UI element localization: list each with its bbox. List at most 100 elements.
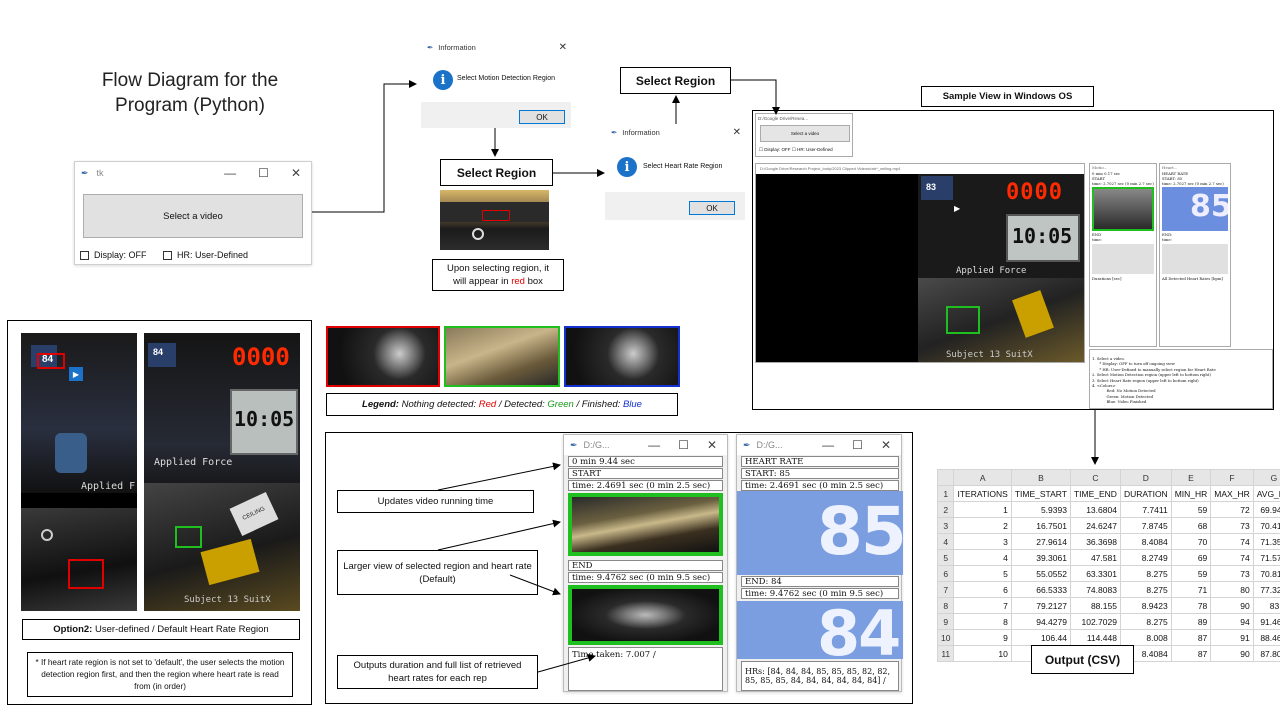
annotation-outputs: Outputs duration and full list of retrie… — [337, 655, 538, 689]
select-video-button[interactable]: Select a video — [83, 194, 303, 238]
hr-list-line-1: HRs: [84, 84, 84, 85, 85, 85, 82, 82, — [745, 667, 891, 676]
hr-preview-2-value: 84 — [817, 601, 901, 659]
mini-tk-window: D:/Google Drive/Resea... Select a video … — [755, 113, 853, 157]
csv-column-letters: A B C D E F G — [936, 469, 1280, 486]
csv-cell: 79.2127 — [1010, 597, 1071, 614]
csv-header-cell: TIME_END — [1069, 485, 1121, 502]
mini-select-button[interactable]: Select a video — [760, 125, 850, 142]
feather-icon: ✒ — [81, 167, 89, 178]
csv-cell: 66.5333 — [1010, 581, 1071, 598]
maximize-icon[interactable]: ☐ — [852, 438, 863, 452]
csv-cell: 10 — [953, 645, 1012, 662]
motion-preview-1 — [568, 493, 723, 556]
csv-cell: 8.275 — [1119, 565, 1172, 582]
csv-cell: 39.3061 — [1010, 549, 1071, 566]
option2-digits: 0000 — [232, 343, 290, 371]
legend-red: Red — [478, 399, 497, 410]
motion-panel-preview — [1092, 187, 1154, 231]
info1-title: Information — [438, 42, 476, 52]
ok-button[interactable]: OK — [519, 110, 565, 124]
close-icon[interactable]: ✕ — [559, 42, 567, 53]
minimize-icon[interactable]: — — [648, 438, 660, 452]
hr-checkbox[interactable] — [163, 251, 173, 261]
csv-cell: 4 — [953, 549, 1012, 566]
csv-cell: 114.448 — [1069, 629, 1121, 646]
sample-view-label: Sample View in Windows OS — [921, 86, 1094, 107]
upon-line-1: Upon selecting region, it — [447, 263, 549, 274]
csv-cell: 80 — [1210, 581, 1254, 598]
hr-detail-window: ✒ D:/G... — ☐ ✕ HEART RATE START: 85 time:… — [736, 434, 903, 692]
csv-row-number: 10 — [936, 629, 955, 646]
upon-selecting-note: Upon selecting region, it will appear in… — [432, 259, 564, 291]
csv-cell: 87 — [1170, 645, 1212, 662]
csv-row-number: 4 — [936, 533, 955, 550]
hr-list-field: HRs: [84, 84, 84, 85, 85, 85, 82, 82, 85… — [741, 661, 899, 691]
csv-header-row: 1 ITERATIONS TIME_START TIME_END DURATIO… — [936, 485, 1280, 502]
legend-swatch-blue — [564, 326, 680, 387]
hr-end-field: END: 84 — [741, 576, 899, 587]
info-icon: i — [433, 70, 453, 90]
csv-cell: 8.9423 — [1119, 597, 1172, 614]
csv-cell: 7.7411 — [1119, 501, 1172, 518]
table-row: 9894.4279102.70298.275899491.4679 — [936, 613, 1280, 630]
csv-cell: 73 — [1210, 517, 1254, 534]
csv-cell: 87 — [1170, 629, 1212, 646]
table-row: 7666.533374.80838.275718077.3256 — [936, 581, 1280, 598]
select-region-box-1: Select Region — [440, 159, 553, 186]
csv-row-number: 6 — [936, 565, 955, 582]
display-checkbox[interactable] — [80, 251, 89, 261]
close-icon[interactable]: ✕ — [707, 438, 717, 452]
csv-col-letter: D — [1119, 469, 1172, 486]
csv-cell: 91 — [1210, 629, 1254, 646]
option2-photo-right: 84 0000 10:05 Applied Force CEILING Subj… — [144, 333, 300, 611]
legend-swatch-red — [326, 326, 440, 387]
legend-detected: / Detected: — [498, 399, 545, 410]
play-icon: ▶ — [954, 204, 961, 213]
legend-strip — [326, 326, 680, 387]
csv-cell: 94.4279 — [1010, 613, 1071, 630]
csv-cell: 71 — [1170, 581, 1212, 598]
close-icon[interactable]: ✕ — [881, 438, 891, 452]
csv-cell: 106.44 — [1010, 629, 1071, 646]
csv-cell: 69 — [1170, 549, 1212, 566]
csv-cell: 69.9412 — [1252, 501, 1280, 518]
csv-cell: 7 — [953, 597, 1012, 614]
maximize-icon[interactable]: ☐ — [678, 438, 689, 452]
csv-cell: 74 — [1210, 549, 1254, 566]
hr-time-end-field: time: 9.4762 sec (0 min 9.5 sec) — [741, 588, 899, 599]
option2-subject: Subject 13 SuitX — [184, 595, 271, 605]
ok-button[interactable]: OK — [689, 201, 735, 215]
video-window: D:/Google Drive/Research Project_body/20… — [755, 163, 1085, 363]
motion-time-end-field: time: 9.4762 sec (0 min 9.5 sec) — [568, 572, 723, 583]
hr-panel-preview: 85 — [1162, 187, 1228, 231]
feather-icon: ✒ — [611, 127, 618, 137]
minimize-icon[interactable]: — — [224, 166, 236, 180]
info-dialog-1: ✒ Information ✕ i Select Motion Detectio… — [421, 38, 571, 128]
option2-panel: 84 ▶ Applied F 84 0000 10:05 Applied For… — [7, 320, 312, 705]
csv-cell: 83.61 — [1252, 597, 1280, 614]
instr-line: Blue: Video Finished — [1092, 399, 1147, 405]
csv-cell: 5 — [953, 565, 1012, 582]
instructions-panel: 1. Select a video. * Display: OFF to tur… — [1089, 349, 1273, 409]
csv-cell: 74.8083 — [1069, 581, 1121, 598]
option2-label: Option2: User-defined / Default Heart Ra… — [22, 619, 300, 640]
upon-line-2: will appear in red box — [453, 276, 543, 287]
minimize-icon[interactable]: — — [822, 438, 834, 452]
red-word: red — [511, 276, 525, 287]
motion-time-start-field: time: 2.4691 sec (0 min 2.5 sec) — [568, 480, 723, 491]
csv-header-cell: MAX_HR — [1210, 485, 1254, 502]
info2-message: Select Heart Rate Region — [643, 163, 723, 170]
csv-cell: 70.8136 — [1252, 565, 1280, 582]
legend-nothing: Nothing detected: — [401, 399, 477, 410]
csv-table-container: A B C D E F G 1 ITERATIONS TIME_START TI… — [936, 469, 1280, 662]
csv-cell: 74 — [1210, 533, 1254, 550]
title-line-2: Program (Python) — [115, 95, 265, 116]
csv-cell: 24.6247 — [1069, 517, 1121, 534]
close-icon[interactable]: ✕ — [291, 166, 301, 180]
csv-cell: 70.4146 — [1252, 517, 1280, 534]
arrow-select2-to-sample — [731, 79, 780, 115]
legend-label-box: Legend: Nothing detected: Red / Detected… — [326, 393, 678, 416]
close-icon[interactable]: ✕ — [733, 127, 741, 138]
legend-blue: Blue — [622, 399, 642, 410]
maximize-icon[interactable]: ☐ — [258, 166, 269, 180]
